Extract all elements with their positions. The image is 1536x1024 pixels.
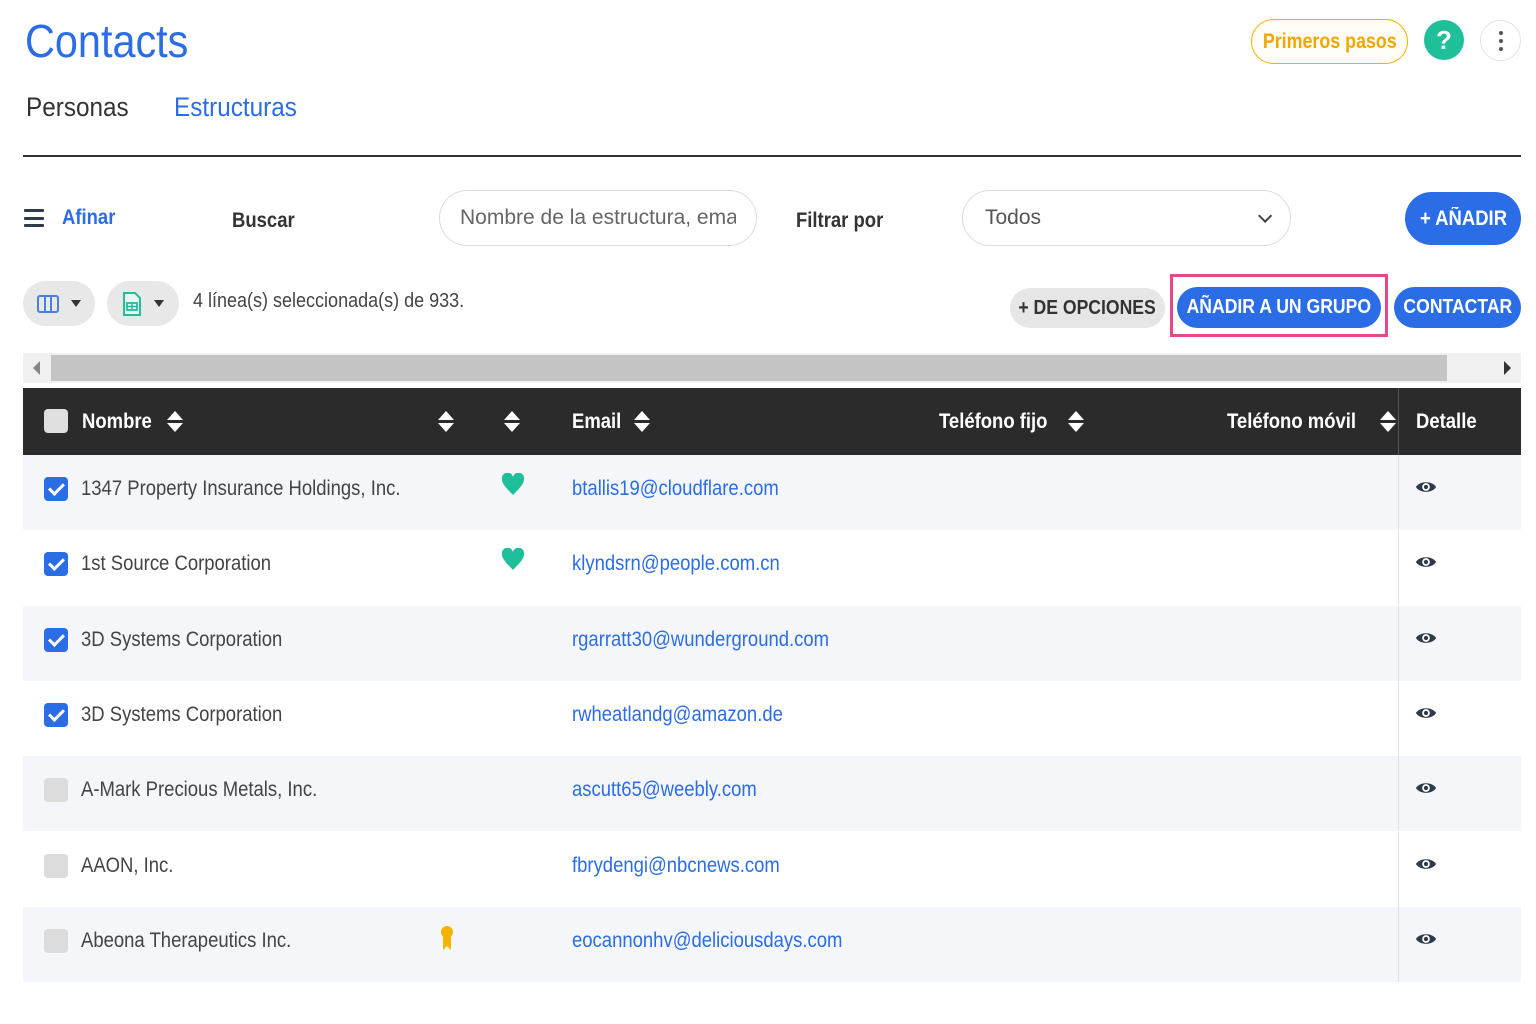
column-divider <box>1398 606 1399 681</box>
eye-icon[interactable] <box>1415 476 1437 498</box>
refine-label: Afinar <box>62 206 116 229</box>
eye-icon[interactable] <box>1415 551 1437 573</box>
heart-icon[interactable] <box>501 548 525 572</box>
row-checkbox[interactable] <box>44 703 68 727</box>
columns-button[interactable] <box>23 281 95 326</box>
row-name[interactable]: 3D Systems Corporation <box>81 628 282 652</box>
add-button[interactable]: + AÑADIR <box>1405 192 1521 245</box>
heart-icon[interactable] <box>501 473 525 497</box>
row-name[interactable]: Abeona Therapeutics Inc. <box>81 929 291 953</box>
more-menu-button[interactable] <box>1480 20 1521 61</box>
column-divider <box>1398 681 1399 756</box>
refine-button[interactable]: Afinar <box>24 206 123 230</box>
export-button[interactable] <box>107 281 179 326</box>
search-label: Buscar <box>232 209 295 232</box>
help-button[interactable]: ? <box>1424 20 1464 60</box>
column-divider <box>1398 388 1399 455</box>
table-row[interactable]: AAON, Inc. fbrydengi@nbcnews.com <box>23 832 1521 907</box>
sort-icon <box>504 411 520 432</box>
column-divider <box>1398 756 1399 831</box>
row-checkbox[interactable] <box>44 628 68 652</box>
horizontal-scrollbar[interactable] <box>23 353 1521 383</box>
table-row[interactable]: 3D Systems Corporation rgarratt30@wunderg… <box>23 606 1521 681</box>
question-icon: ? <box>1436 24 1452 55</box>
eye-icon[interactable] <box>1415 777 1437 799</box>
column-header-sort-1[interactable] <box>432 388 454 455</box>
search-input[interactable] <box>439 190 757 246</box>
more-options-button[interactable]: + DE OPCIONES <box>1010 288 1165 328</box>
sort-icon <box>438 411 454 432</box>
spreadsheet-export-icon <box>123 291 141 316</box>
row-email-link[interactable]: rgarratt30@wunderground.com <box>572 628 829 652</box>
row-name[interactable]: 3D Systems Corporation <box>81 703 282 727</box>
tab-estructuras[interactable]: Estructuras <box>174 92 297 123</box>
chevron-down-icon <box>1258 208 1273 223</box>
row-name[interactable]: AAON, Inc. <box>81 854 173 878</box>
menu-icon <box>24 209 44 227</box>
column-divider <box>1398 530 1399 605</box>
sort-icon <box>1379 411 1396 432</box>
row-name[interactable]: A-Mark Precious Metals, Inc. <box>81 778 317 802</box>
column-header-detail: Detalle <box>1416 409 1477 433</box>
column-divider <box>1398 907 1399 982</box>
table-row[interactable]: 1st Source Corporation klyndsrn@people.co… <box>23 530 1521 605</box>
column-header-email[interactable]: Email <box>572 388 651 455</box>
table-header: Nombre Email Teléfono fijo Teléfono móvi… <box>23 388 1521 455</box>
row-email-link[interactable]: btallis19@cloudflare.com <box>572 477 779 501</box>
row-email-link[interactable]: klyndsrn@people.com.cn <box>572 552 780 576</box>
row-checkbox[interactable] <box>44 778 68 802</box>
page-title: Contacts <box>25 15 189 67</box>
table-row[interactable]: Abeona Therapeutics Inc. eocannonhv@delic… <box>23 907 1521 982</box>
getting-started-button[interactable]: Primeros pasos <box>1251 19 1408 64</box>
row-checkbox[interactable] <box>44 929 68 953</box>
scroll-right-icon[interactable] <box>1504 361 1511 375</box>
column-divider <box>1398 832 1399 907</box>
row-checkbox[interactable] <box>44 552 68 576</box>
scrollbar-thumb[interactable] <box>51 355 1447 381</box>
select-all-checkbox[interactable] <box>44 409 68 433</box>
filter-select[interactable]: Todos <box>962 190 1291 246</box>
add-to-group-button[interactable]: AÑADIR A UN GRUPO <box>1177 287 1381 328</box>
row-checkbox[interactable] <box>44 854 68 878</box>
row-email-link[interactable]: eocannonhv@deliciousdays.com <box>572 929 842 953</box>
table-row[interactable]: A-Mark Precious Metals, Inc. ascutt65@wee… <box>23 756 1521 831</box>
row-name[interactable]: 1347 Property Insurance Holdings, Inc. <box>81 477 400 501</box>
selection-count: 4 línea(s) seleccionada(s) de 933. <box>193 290 465 312</box>
column-header-phone-mobile[interactable]: Teléfono móvil <box>1227 388 1396 455</box>
eye-icon[interactable] <box>1415 853 1437 875</box>
row-email-link[interactable]: ascutt65@weebly.com <box>572 778 757 802</box>
contact-button[interactable]: CONTACTAR <box>1394 287 1521 328</box>
row-name[interactable]: 1st Source Corporation <box>81 552 271 576</box>
columns-icon <box>37 294 59 313</box>
filter-label: Filtrar por <box>796 209 884 232</box>
tab-personas[interactable]: Personas <box>26 92 129 123</box>
medal-icon <box>441 926 453 950</box>
caret-down-icon <box>154 300 164 307</box>
filter-value: Todos <box>985 206 1042 229</box>
eye-icon[interactable] <box>1415 627 1437 649</box>
row-email-link[interactable]: rwheatlandg@amazon.de <box>572 703 783 727</box>
column-header-phone-landline[interactable]: Teléfono fijo <box>939 388 1085 455</box>
table-row[interactable]: 1347 Property Insurance Holdings, Inc. bt… <box>23 455 1521 530</box>
tabs-divider <box>23 155 1521 157</box>
column-header-sort-2[interactable] <box>498 388 520 455</box>
caret-down-icon <box>71 300 81 307</box>
column-header-name[interactable]: Nombre <box>82 388 184 455</box>
sort-icon <box>167 411 184 432</box>
row-email-link[interactable]: fbrydengi@nbcnews.com <box>572 854 780 878</box>
sort-icon <box>634 411 651 432</box>
column-divider <box>1398 455 1399 530</box>
sort-icon <box>1068 411 1085 432</box>
eye-icon[interactable] <box>1415 928 1437 950</box>
eye-icon[interactable] <box>1415 702 1437 724</box>
kebab-icon <box>1498 30 1503 35</box>
table-row[interactable]: 3D Systems Corporation rwheatlandg@amazon… <box>23 681 1521 756</box>
row-checkbox[interactable] <box>44 477 68 501</box>
scroll-left-icon[interactable] <box>33 361 40 375</box>
